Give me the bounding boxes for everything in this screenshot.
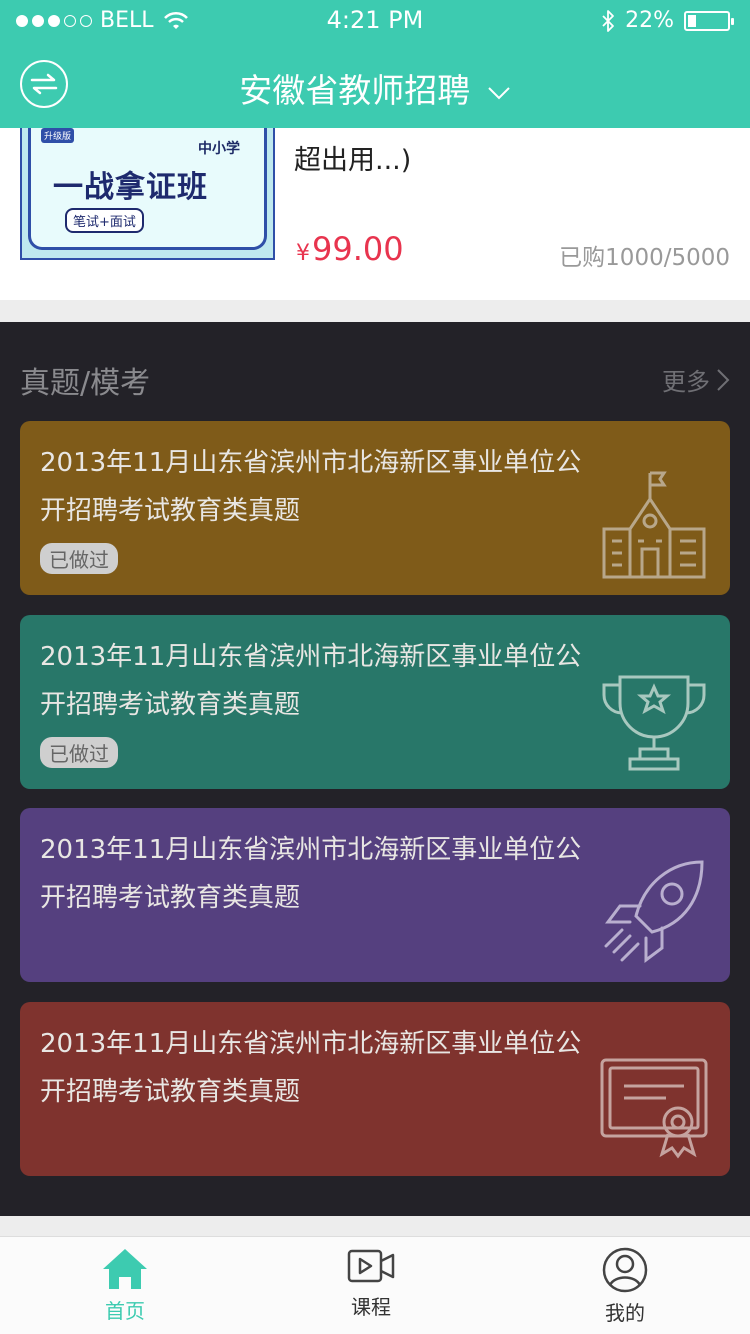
status-right: 22%: [601, 8, 734, 33]
user-icon: [602, 1247, 648, 1293]
exam-card[interactable]: 2013年11月山东省滨州市北海新区事业单位公开招聘考试教育类真题 已做过: [20, 615, 730, 789]
course-title: 超出用...): [294, 145, 412, 176]
exam-card[interactable]: 2013年11月山东省滨州市北海新区事业单位公开招聘考试教育类真题: [20, 1002, 730, 1176]
tab-label: 首页: [105, 1299, 145, 1323]
exam-title: 2013年11月山东省滨州市北海新区事业单位公开招聘考试教育类真题: [40, 835, 582, 913]
course-card[interactable]: 升级版 中小学 一战拿证班 笔试+面试 超出用...) ¥99.00 已购100…: [0, 128, 750, 300]
more-label: 更多: [662, 368, 710, 396]
price-value: 99.00: [312, 230, 404, 268]
more-link[interactable]: 更多: [662, 362, 730, 397]
trophy-icon: [602, 675, 706, 771]
exam-section: 真题/模考 更多 2013年11月山东省滨州市北海新区事业单位公开招聘考试教育类…: [0, 322, 750, 1216]
tab-profile[interactable]: 我的: [550, 1237, 700, 1334]
course-thumbnail: 升级版 中小学 一战拿证班 笔试+面试: [20, 128, 275, 260]
thumbnail-panel: 升级版 中小学 一战拿证班 笔试+面试: [28, 128, 267, 250]
page-title: 安徽省教师招聘: [239, 71, 471, 110]
certificate-icon: [600, 1058, 708, 1159]
purchase-count: 已购1000/5000: [559, 245, 730, 271]
app-header: BELL 4:21 PM 22% 安徽省教师招聘: [0, 0, 750, 128]
tab-home[interactable]: 首页: [50, 1237, 200, 1334]
battery-icon: [684, 10, 734, 31]
section-title: 真题/模考: [20, 366, 151, 401]
tab-courses[interactable]: 课程: [296, 1237, 446, 1334]
done-badge: 已做过: [40, 737, 118, 768]
currency-symbol: ¥: [296, 241, 310, 266]
tab-bar: 首页 课程 我的: [0, 1236, 750, 1334]
course-price: ¥99.00: [296, 230, 404, 268]
home-icon: [103, 1249, 147, 1289]
thumbnail-title: 一战拿证班: [53, 170, 208, 205]
status-bar: BELL 4:21 PM 22%: [0, 0, 750, 40]
chevron-right-icon: [717, 368, 730, 391]
video-icon: [347, 1249, 395, 1283]
done-badge: 已做过: [40, 543, 118, 574]
exam-card[interactable]: 2013年11月山东省滨州市北海新区事业单位公开招聘考试教育类真题: [20, 808, 730, 982]
battery-percent: 22%: [625, 8, 674, 33]
thumbnail-school: 中小学: [198, 141, 240, 157]
exam-title: 2013年11月山东省滨州市北海新区事业单位公开招聘考试教育类真题: [40, 1029, 582, 1107]
thumbnail-badge: 升级版: [41, 128, 75, 143]
region-title-dropdown[interactable]: 安徽省教师招聘: [0, 64, 750, 112]
tab-label: 我的: [605, 1301, 645, 1325]
bluetooth-icon: [602, 9, 614, 32]
rocket-icon: [604, 860, 704, 963]
tab-label: 课程: [351, 1295, 391, 1319]
school-building-icon: [602, 471, 706, 579]
thumbnail-subtitle: 笔试+面试: [65, 208, 144, 233]
exam-title: 2013年11月山东省滨州市北海新区事业单位公开招聘考试教育类真题: [40, 642, 582, 720]
exam-card[interactable]: 2013年11月山东省滨州市北海新区事业单位公开招聘考试教育类真题 已做过: [20, 421, 730, 595]
chevron-down-icon: [488, 86, 510, 99]
exam-title: 2013年11月山东省滨州市北海新区事业单位公开招聘考试教育类真题: [40, 448, 582, 526]
